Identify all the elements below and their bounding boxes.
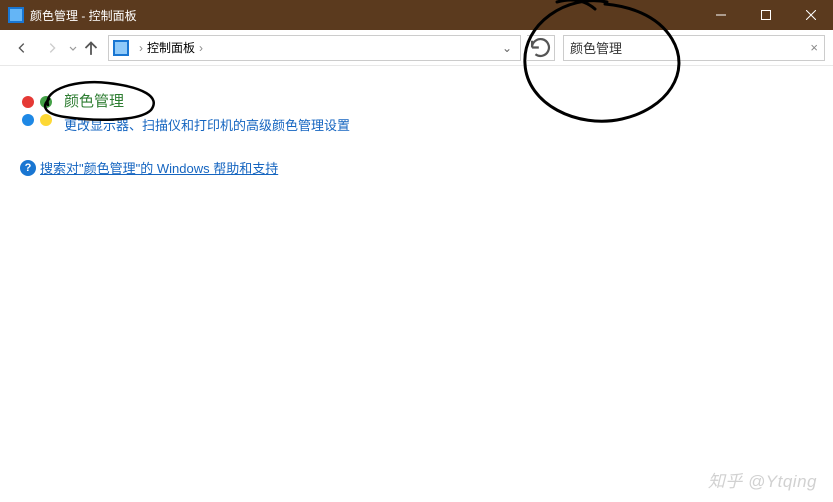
address-bar[interactable]: › 控制面板 › ⌄ bbox=[108, 35, 521, 61]
color-management-icon bbox=[20, 94, 54, 128]
up-button[interactable] bbox=[80, 34, 102, 62]
refresh-button[interactable] bbox=[527, 35, 555, 61]
maximize-button[interactable] bbox=[743, 0, 788, 30]
breadcrumb-sep: › bbox=[139, 41, 143, 55]
search-input[interactable]: 颜色管理 bbox=[570, 38, 810, 57]
result-description-link[interactable]: 更改显示器、扫描仪和打印机的高级颜色管理设置 bbox=[64, 115, 350, 134]
help-icon: ? bbox=[20, 160, 36, 176]
title-bar: 颜色管理 - 控制面板 bbox=[0, 0, 833, 30]
help-link[interactable]: 搜索对"颜色管理"的 Windows 帮助和支持 bbox=[40, 158, 278, 177]
clear-search-icon[interactable]: × bbox=[810, 40, 818, 55]
search-box[interactable]: 颜色管理 × bbox=[563, 35, 825, 61]
window-title: 颜色管理 - 控制面板 bbox=[30, 7, 137, 24]
content-area: 颜色管理 更改显示器、扫描仪和打印机的高级颜色管理设置 ? 搜索对"颜色管理"的… bbox=[0, 66, 833, 201]
history-dropdown-icon[interactable] bbox=[68, 34, 78, 62]
help-row: ? 搜索对"颜色管理"的 Windows 帮助和支持 bbox=[20, 158, 813, 177]
back-button[interactable] bbox=[8, 34, 36, 62]
close-button[interactable] bbox=[788, 0, 833, 30]
minimize-button[interactable] bbox=[698, 0, 743, 30]
address-dropdown-icon[interactable]: ⌄ bbox=[498, 41, 516, 55]
result-item: 颜色管理 更改显示器、扫描仪和打印机的高级颜色管理设置 bbox=[20, 90, 813, 134]
breadcrumb-sep: › bbox=[199, 41, 203, 55]
navigation-bar: › 控制面板 › ⌄ 颜色管理 × bbox=[0, 30, 833, 66]
forward-button[interactable] bbox=[38, 34, 66, 62]
result-title-link[interactable]: 颜色管理 bbox=[64, 90, 350, 111]
app-icon bbox=[8, 7, 24, 23]
breadcrumb-location[interactable]: 控制面板 bbox=[147, 39, 195, 56]
watermark: 知乎 @Ytqing bbox=[708, 467, 817, 492]
control-panel-icon bbox=[113, 40, 129, 56]
